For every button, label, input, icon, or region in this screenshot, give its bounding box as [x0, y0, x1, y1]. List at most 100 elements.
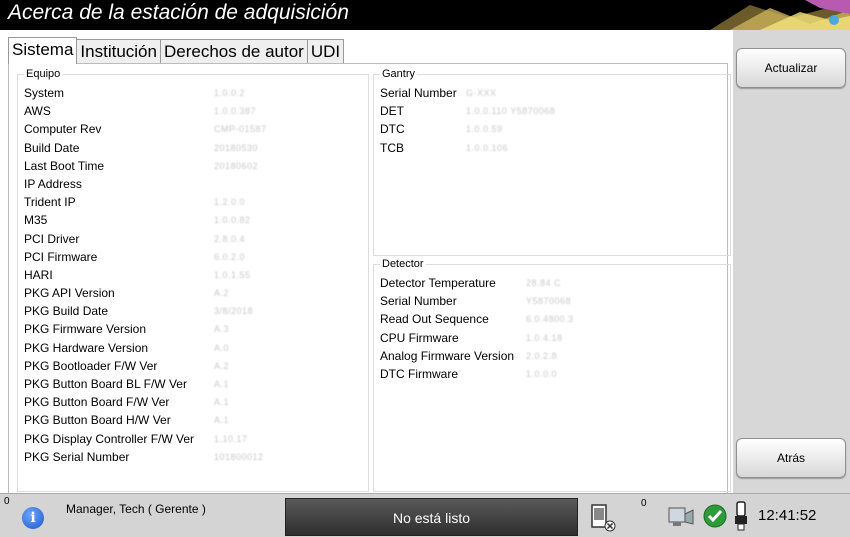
tab-udi[interactable]: UDI: [306, 39, 345, 64]
tube-icon[interactable]: [732, 500, 750, 532]
tab-sistema[interactable]: Sistema: [8, 37, 78, 64]
info-row: Trident IP 1.2.0.0: [24, 193, 362, 211]
info-label: PKG Bootloader F/W Ver: [24, 358, 158, 373]
info-label: PKG Button Board H/W Ver: [24, 413, 171, 428]
info-row: M35 1.0.0.82: [24, 211, 362, 229]
info-label: Last Boot Time: [24, 158, 105, 173]
info-value: A.0: [214, 342, 230, 353]
info-value: 1.0.0.387: [214, 106, 257, 117]
info-row: PCI Firmware 6.0.2.0: [24, 248, 362, 266]
info-label: PKG Serial Number: [24, 449, 130, 464]
info-label: DTC: [380, 122, 405, 137]
info-value: 1.10.17: [214, 433, 248, 444]
info-label: PKG Button Board F/W Ver: [24, 395, 170, 410]
info-value: Y5870068: [526, 296, 572, 307]
decorative-banner-icon: [710, 0, 850, 30]
info-row: PKG Hardware Version A.0: [24, 339, 362, 357]
left-counter: 0: [4, 496, 10, 507]
info-label: Detector Temperature: [380, 276, 496, 290]
info-label: CPU Firmware: [380, 330, 459, 345]
info-row: PKG Button Board F/W Ver A.1: [24, 393, 362, 411]
info-value: 1.0.0.106: [466, 142, 509, 153]
info-label: Computer Rev: [24, 122, 102, 137]
info-label: PKG Button Board BL F/W Ver: [24, 377, 187, 391]
info-label: Serial Number: [380, 294, 457, 309]
info-value: A.1: [214, 379, 230, 389]
info-value: 3/8/2018: [214, 306, 254, 317]
info-label: Serial Number: [380, 86, 457, 100]
info-value: 20180602: [214, 160, 259, 171]
info-row: PKG Button Board BL F/W Ver A.1: [24, 375, 362, 393]
info-label: HARI: [24, 267, 53, 282]
right-button-panel: Actualizar Atrás: [733, 30, 850, 493]
tab-derechos-de-autor[interactable]: Derechos de autor: [159, 39, 308, 64]
info-value: 2.0.2.8: [526, 350, 558, 361]
info-label: PKG Hardware Version: [24, 340, 149, 355]
info-label: Trident IP: [24, 195, 76, 210]
update-button[interactable]: Actualizar: [736, 48, 846, 88]
info-value: 1.0.1.55: [214, 269, 251, 280]
info-label: PCI Driver: [24, 231, 80, 246]
info-label: AWS: [24, 104, 51, 119]
detector-legend: Detector: [382, 258, 424, 270]
info-value: 1.0.0.2: [214, 88, 246, 98]
info-row: DTC Firmware 1.0.0.0: [380, 365, 724, 383]
equipo-group: Equipo System 1.0.0.2 AWS 1.0.0.387 Comput…: [17, 68, 369, 492]
info-value: 101800012: [214, 451, 264, 462]
info-row: IP Address: [24, 175, 362, 193]
info-row: CPU Firmware 1.0.4.18: [380, 329, 724, 347]
info-row: Detector Temperature 28.84 C: [380, 274, 724, 292]
gantry-legend: Gantry: [382, 68, 416, 80]
info-label: DTC Firmware: [380, 366, 458, 381]
info-value: A.1: [214, 397, 230, 408]
info-row: PKG Serial Number 101800012: [24, 448, 362, 466]
info-row: TCB 1.0.0.106: [380, 139, 724, 157]
status-indicator[interactable]: No está listo: [285, 498, 578, 536]
right-counter: 0: [641, 498, 647, 509]
info-value: 20180530: [214, 142, 259, 153]
info-row: PKG API Version A.2: [24, 284, 362, 302]
title-bar: Acerca de la estación de adquisición: [0, 0, 850, 30]
info-row: Read Out Sequence 6.0.4800.3: [380, 310, 724, 328]
clock: 12:41:52: [758, 507, 817, 524]
info-label: IP Address: [24, 176, 82, 191]
info-label: TCB: [380, 140, 404, 155]
info-row: Last Boot Time 20180602: [24, 157, 362, 175]
detector-group: Detector Detector Temperature 28.84 C Ser…: [373, 258, 731, 492]
info-row: HARI 1.0.1.55: [24, 266, 362, 284]
info-value: A.2: [214, 288, 230, 299]
network-icon[interactable]: [665, 504, 697, 530]
info-row: Serial Number G-XXX: [380, 84, 724, 102]
info-value: 1.0.0.82: [214, 215, 251, 226]
info-label: PKG Build Date: [24, 304, 109, 319]
info-row: PKG Display Controller F/W Ver 1.10.17: [24, 430, 362, 448]
info-row: PCI Driver 2.8.0.4: [24, 230, 362, 248]
info-row: Build Date 20180530: [24, 139, 362, 157]
info-row: PKG Button Board H/W Ver A.1: [24, 411, 362, 429]
ok-check-icon[interactable]: [703, 504, 727, 528]
info-value: CMP-01587: [214, 124, 267, 135]
info-value: 6.0.2.0: [214, 251, 246, 262]
info-row: Serial Number Y5870068: [380, 292, 724, 310]
info-icon[interactable]: i: [22, 507, 44, 529]
info-label: PKG Display Controller F/W Ver: [24, 431, 195, 446]
info-value: 1.0.0.59: [466, 124, 503, 135]
info-value: 1.0.0.110 Y5870068: [466, 106, 556, 117]
info-value: 1.2.0.0: [214, 197, 246, 208]
info-label: System: [24, 86, 65, 100]
info-label: Read Out Sequence: [380, 312, 489, 327]
info-label: PCI Firmware: [24, 249, 98, 264]
taskbar: 0 i Manager, Tech ( Gerente ) No está li…: [0, 493, 850, 537]
info-value: 1.0.0.0: [526, 368, 558, 379]
info-row: AWS 1.0.0.387: [24, 102, 362, 120]
info-row: PKG Build Date 3/8/2018: [24, 302, 362, 320]
tab-institucion[interactable]: Institución: [76, 39, 161, 64]
user-name[interactable]: Manager, Tech ( Gerente ): [66, 502, 206, 516]
equipo-rows: System 1.0.0.2 AWS 1.0.0.387 Computer Rev C…: [24, 84, 362, 466]
detector-disconnected-icon[interactable]: [588, 503, 618, 533]
system-info-panel: Equipo System 1.0.0.2 AWS 1.0.0.387 Comput…: [8, 63, 731, 495]
back-button[interactable]: Atrás: [736, 438, 846, 478]
info-value: 6.0.4800.3: [526, 314, 574, 325]
info-label: PKG API Version: [24, 286, 115, 301]
info-label: DET: [380, 104, 404, 119]
